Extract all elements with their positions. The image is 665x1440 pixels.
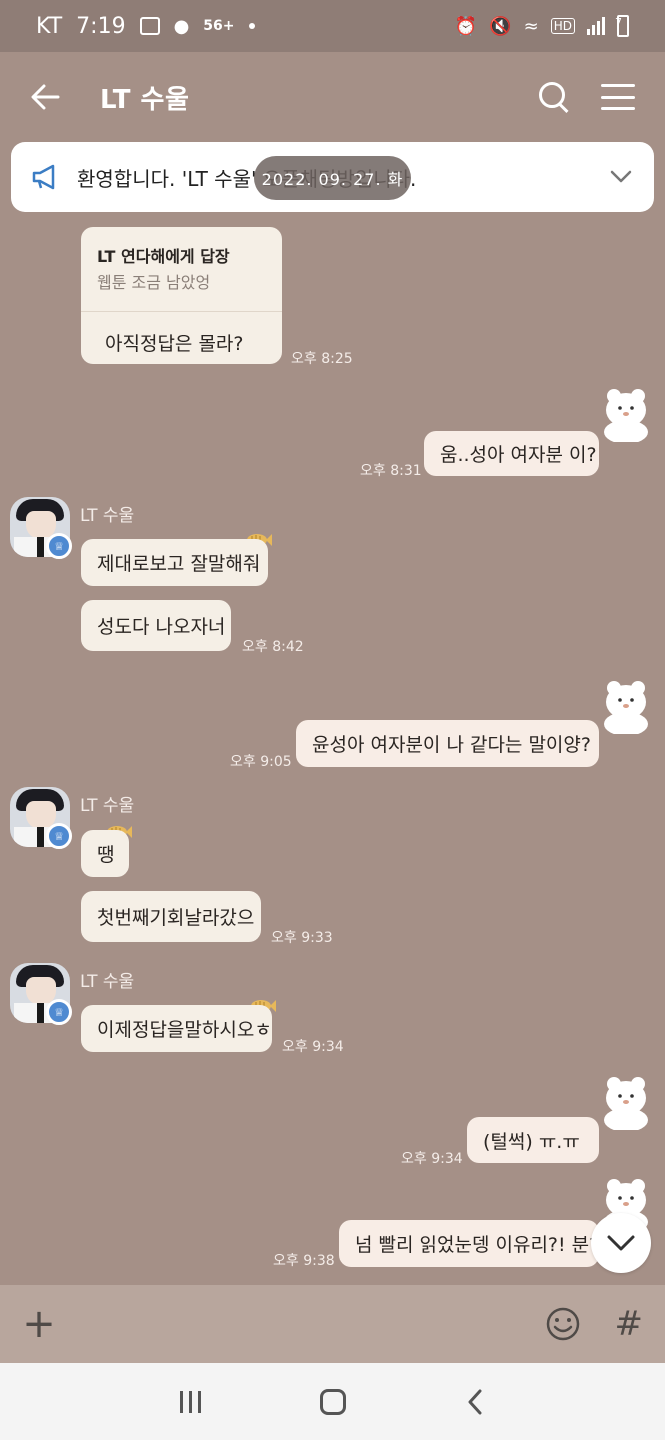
message-time: 오후 8:42 [242,639,304,655]
incoming-message-bubble[interactable]: 제대로보고 잘말해줘 [81,539,268,586]
message-time: 오후 9:34 [282,1039,344,1055]
megaphone-icon [32,164,55,190]
sender-name: LT 수울 [80,972,135,992]
recent-apps-button[interactable] [179,1390,201,1413]
admin-crown-icon: ♕ [46,999,72,1025]
message-text: 이제정답을말하시오ㅎ [97,1019,272,1041]
bear-profile-icon[interactable] [600,1074,652,1130]
message-text: 넘 빨리 읽었눈뎅 이유리?! 분? [355,1234,600,1256]
message-time: 오후 8:25 [291,351,353,367]
admin-crown-icon: ♕ [46,823,72,849]
arrow-left-icon [31,84,60,110]
chat-header: LT 수울 [0,52,665,142]
system-navigation-bar [0,1363,665,1440]
back-nav-icon[interactable] [465,1388,485,1416]
message-time: 오후 9:33 [271,930,333,946]
message-text: 아직정답은 몰라? [105,333,244,355]
carrier-label: KT [36,13,63,39]
mic-icon: ● [173,15,190,37]
search-icon[interactable] [539,82,569,112]
message-text: 움..성아 여자분 이? [440,444,597,466]
clock: 7:19 [76,13,126,39]
network-speed-label: 56+ [203,18,235,34]
reply-divider [81,311,282,312]
my-message-bubble[interactable]: 움..성아 여자분 이? [424,431,599,476]
message-composer: + # [0,1285,665,1363]
hashtag-button[interactable]: # [615,1304,644,1344]
battery-level: 7 [615,16,622,29]
sender-name: LT 수울 [80,506,135,526]
incoming-message-bubble[interactable]: 첫번째기회날라갔으 [81,891,261,942]
date-divider: 2022. 09. 27. 화 [254,156,411,200]
hd-voice-label: HD [550,18,575,34]
chevron-down-icon[interactable] [608,164,634,190]
message-time: 오후 9:34 [401,1151,463,1167]
reply-quoted-text: 웹툰 조금 남았엉 [97,273,211,292]
my-message-bubble[interactable]: (털썩) ㅠ.ㅠ [467,1117,599,1163]
bear-profile-icon[interactable] [600,678,652,734]
admin-crown-icon: ♕ [46,533,72,559]
chevron-down-icon [607,1235,635,1251]
scroll-to-bottom-button[interactable] [591,1213,651,1273]
message-text: 제대로보고 잘말해줘 [97,553,261,575]
sender-name: LT 수울 [80,796,135,816]
incoming-message-bubble[interactable]: 땡 [81,830,129,877]
hamburger-icon[interactable] [601,84,635,110]
reply-message-bubble[interactable]: LT 연다해에게 답장 웹툰 조금 남았엉 아직정답은 몰라? [81,227,282,364]
my-message-bubble[interactable]: 넘 빨리 읽었눈뎅 이유리?! 분? [339,1220,599,1267]
back-button[interactable] [30,77,70,117]
signal-icon [587,17,605,35]
message-text: 땡 [97,844,115,866]
my-message-bubble[interactable]: 윤성아 여자분이 나 같다는 말이양? [296,720,599,767]
message-text: 성도다 나오자너 [97,616,226,638]
chat-title: LT 수울 [100,84,190,115]
message-time: 오후 8:31 [360,463,422,479]
attach-plus-button[interactable]: + [22,1304,56,1344]
incoming-message-bubble[interactable]: 이제정답을말하시오ㅎ [81,1005,272,1052]
incoming-message-bubble[interactable]: 성도다 나오자너 [81,600,231,651]
alarm-icon: ⏰ [454,15,478,37]
smiley-icon[interactable] [545,1306,581,1342]
message-text: 첫번째기회날라갔으 [97,907,255,929]
more-notifications-icon [248,23,255,29]
reply-target: LT 연다해에게 답장 [97,247,230,266]
home-button[interactable] [319,1388,346,1415]
message-text: 윤성아 여자분이 나 같다는 말이양? [312,734,591,756]
bear-profile-icon[interactable] [600,386,652,442]
mute-icon: 🔇 [489,15,512,37]
message-text: (털썩) ㅠ.ㅠ [483,1130,580,1153]
message-time: 오후 9:38 [273,1253,335,1269]
gallery-notification-icon [139,17,160,35]
message-time: 오후 9:05 [230,754,292,770]
wifi-icon: ≈ [523,15,539,37]
status-bar: KT 7:19 ● 56+ ⏰ 🔇 ≈ HD 7 [0,0,665,52]
